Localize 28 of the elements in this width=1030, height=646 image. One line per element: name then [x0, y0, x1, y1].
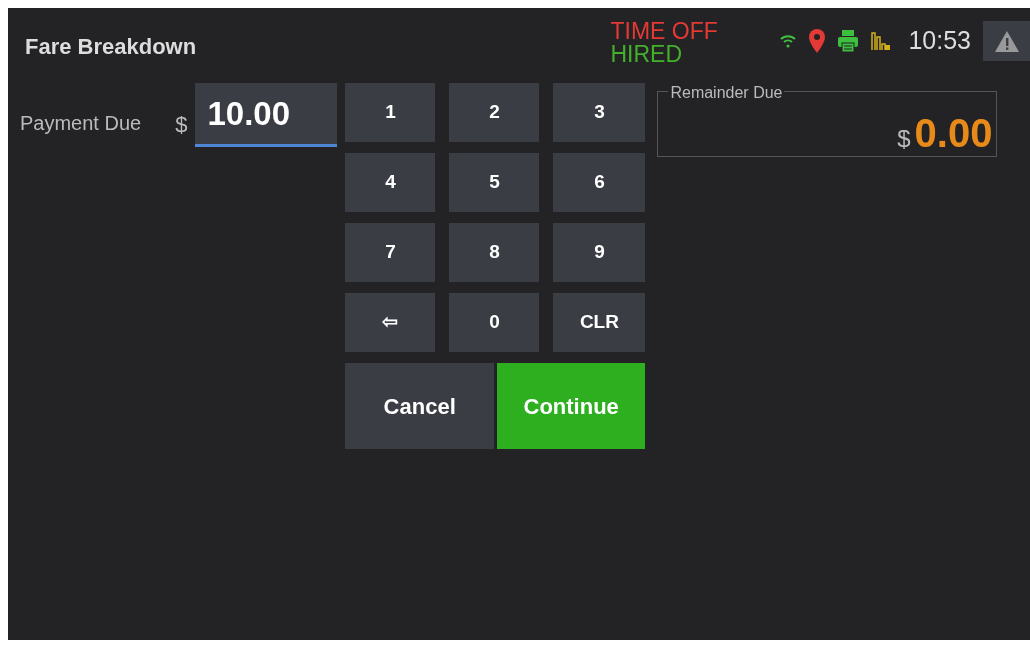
warning-button[interactable]	[983, 21, 1030, 61]
status-text: HIRED	[610, 43, 683, 66]
field-label: Payment Due	[20, 111, 142, 136]
bar-chart-icon	[870, 31, 891, 51]
warning-icon	[993, 29, 1020, 53]
keypad-key[interactable]: 2	[449, 83, 540, 142]
keypad-key[interactable]: 7	[345, 223, 436, 282]
remainder-amount: 0.00	[914, 110, 993, 157]
screen-title: Fare Breakdown	[25, 32, 197, 61]
printer-icon	[838, 29, 859, 53]
cancel-button[interactable]: Cancel	[345, 363, 494, 449]
keypad-key[interactable]: 9	[553, 223, 646, 282]
currency-symbol: $	[175, 111, 188, 139]
keypad-key[interactable]: 3	[553, 83, 646, 142]
keypad-key[interactable]: 5	[449, 153, 540, 212]
clock-time: 10:53	[908, 25, 971, 57]
status-text: TIME OFF	[610, 20, 719, 43]
location-pin-icon	[808, 28, 827, 54]
keypad-key[interactable]: 6	[553, 153, 646, 212]
keypad-key[interactable]: CLR	[553, 293, 646, 352]
keypad-key[interactable]: 0	[449, 293, 540, 352]
keypad-key[interactable]: 8	[449, 223, 540, 282]
keypad-key[interactable]: 1	[345, 83, 436, 142]
amount-input-field[interactable]: 10.00	[195, 83, 338, 147]
keypad-key[interactable]: ⇦	[345, 293, 436, 352]
currency-symbol: $	[897, 124, 911, 154]
keypad-key[interactable]: 4	[345, 153, 436, 212]
wifi-icon	[780, 34, 797, 48]
